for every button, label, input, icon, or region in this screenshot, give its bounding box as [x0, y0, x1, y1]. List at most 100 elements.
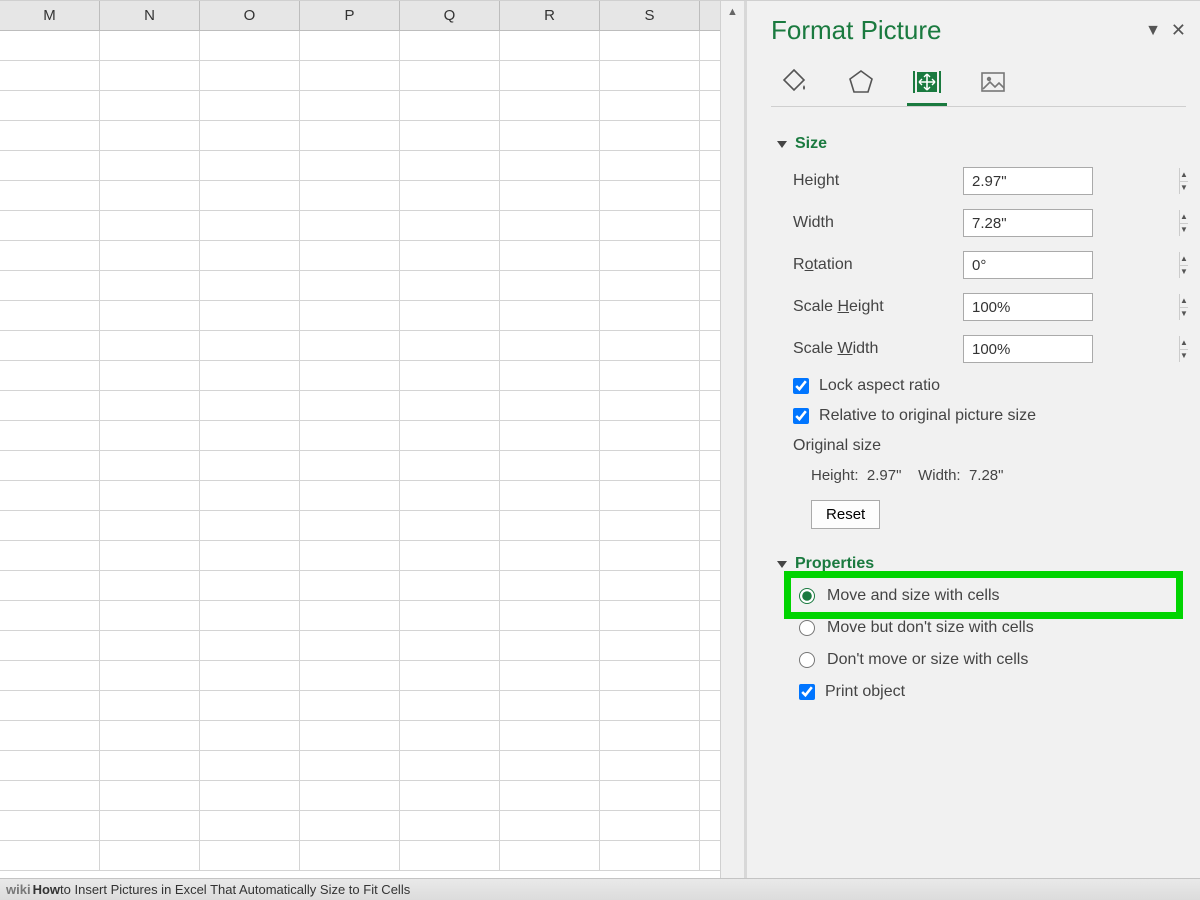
cell[interactable]	[300, 31, 400, 60]
cell[interactable]	[500, 301, 600, 330]
cell[interactable]	[100, 181, 200, 210]
cell[interactable]	[600, 841, 700, 870]
cell[interactable]	[400, 811, 500, 840]
cell[interactable]	[300, 511, 400, 540]
cell[interactable]	[100, 751, 200, 780]
cell[interactable]	[500, 661, 600, 690]
cell[interactable]	[600, 91, 700, 120]
cell[interactable]	[300, 481, 400, 510]
cell[interactable]	[200, 841, 300, 870]
cell[interactable]	[300, 451, 400, 480]
cell[interactable]	[600, 151, 700, 180]
cell[interactable]	[400, 301, 500, 330]
cell[interactable]	[500, 721, 600, 750]
cell[interactable]	[400, 661, 500, 690]
cell[interactable]	[500, 631, 600, 660]
relative-original-checkbox[interactable]	[793, 408, 809, 424]
scale-height-spin-up[interactable]: ▲	[1180, 294, 1188, 308]
scroll-up-arrow[interactable]: ▲	[721, 1, 744, 23]
column-header[interactable]: R	[500, 1, 600, 30]
height-spin-up[interactable]: ▲	[1180, 168, 1188, 182]
cell[interactable]	[300, 211, 400, 240]
cell[interactable]	[600, 271, 700, 300]
cell[interactable]	[100, 841, 200, 870]
cell[interactable]	[0, 391, 100, 420]
height-field[interactable]	[964, 168, 1179, 194]
cell[interactable]	[100, 661, 200, 690]
cell[interactable]	[0, 451, 100, 480]
cell[interactable]	[500, 31, 600, 60]
cell[interactable]	[200, 121, 300, 150]
cell[interactable]	[100, 541, 200, 570]
cell[interactable]	[600, 331, 700, 360]
scale-height-input[interactable]: ▲▼	[963, 293, 1093, 321]
cell[interactable]	[600, 541, 700, 570]
cell[interactable]	[100, 721, 200, 750]
cell[interactable]	[200, 811, 300, 840]
cell[interactable]	[600, 631, 700, 660]
cell[interactable]	[600, 31, 700, 60]
cell[interactable]	[100, 151, 200, 180]
cell[interactable]	[400, 91, 500, 120]
scale-width-spin-down[interactable]: ▼	[1180, 350, 1188, 363]
cell[interactable]	[500, 571, 600, 600]
cell[interactable]	[200, 511, 300, 540]
print-object-checkbox[interactable]	[799, 684, 815, 700]
cell[interactable]	[600, 121, 700, 150]
dont-move-size-label[interactable]: Don't move or size with cells	[827, 651, 1028, 669]
cell[interactable]	[100, 121, 200, 150]
cell[interactable]	[500, 331, 600, 360]
cell[interactable]	[100, 601, 200, 630]
cell[interactable]	[300, 421, 400, 450]
cell[interactable]	[400, 61, 500, 90]
cell[interactable]	[600, 781, 700, 810]
cell[interactable]	[200, 571, 300, 600]
cell[interactable]	[300, 121, 400, 150]
cell[interactable]	[400, 181, 500, 210]
cell[interactable]	[300, 61, 400, 90]
column-header[interactable]: M	[0, 1, 100, 30]
tab-picture[interactable]	[973, 66, 1013, 106]
width-input[interactable]: ▲▼	[963, 209, 1093, 237]
cell[interactable]	[200, 151, 300, 180]
cell[interactable]	[100, 391, 200, 420]
cell[interactable]	[200, 631, 300, 660]
scale-height-spin-down[interactable]: ▼	[1180, 308, 1188, 321]
width-field[interactable]	[964, 210, 1179, 236]
width-spin-up[interactable]: ▲	[1180, 210, 1188, 224]
cell[interactable]	[100, 451, 200, 480]
section-properties-header[interactable]: Properties	[777, 555, 1186, 573]
cell[interactable]	[0, 421, 100, 450]
cell[interactable]	[0, 601, 100, 630]
cell[interactable]	[300, 601, 400, 630]
move-no-size-radio[interactable]	[799, 620, 815, 636]
cell[interactable]	[500, 421, 600, 450]
cell[interactable]	[300, 841, 400, 870]
cell[interactable]	[300, 661, 400, 690]
cell[interactable]	[400, 331, 500, 360]
spreadsheet-grid[interactable]: MNOPQRS	[0, 1, 720, 880]
cell[interactable]	[600, 421, 700, 450]
cell[interactable]	[200, 181, 300, 210]
cell[interactable]	[100, 691, 200, 720]
cell[interactable]	[400, 481, 500, 510]
cell[interactable]	[500, 451, 600, 480]
cell[interactable]	[0, 151, 100, 180]
cell[interactable]	[500, 211, 600, 240]
cell[interactable]	[500, 601, 600, 630]
column-header[interactable]: S	[600, 1, 700, 30]
cell[interactable]	[600, 451, 700, 480]
cell[interactable]	[100, 511, 200, 540]
cell[interactable]	[300, 391, 400, 420]
scale-width-field[interactable]	[964, 336, 1179, 362]
cell[interactable]	[400, 361, 500, 390]
cell[interactable]	[200, 721, 300, 750]
cell[interactable]	[100, 211, 200, 240]
cell[interactable]	[100, 811, 200, 840]
cell[interactable]	[600, 721, 700, 750]
cell[interactable]	[400, 721, 500, 750]
pane-menu-icon[interactable]: ▼	[1145, 22, 1161, 40]
cell[interactable]	[600, 61, 700, 90]
cell[interactable]	[0, 241, 100, 270]
lock-aspect-checkbox[interactable]	[793, 378, 809, 394]
